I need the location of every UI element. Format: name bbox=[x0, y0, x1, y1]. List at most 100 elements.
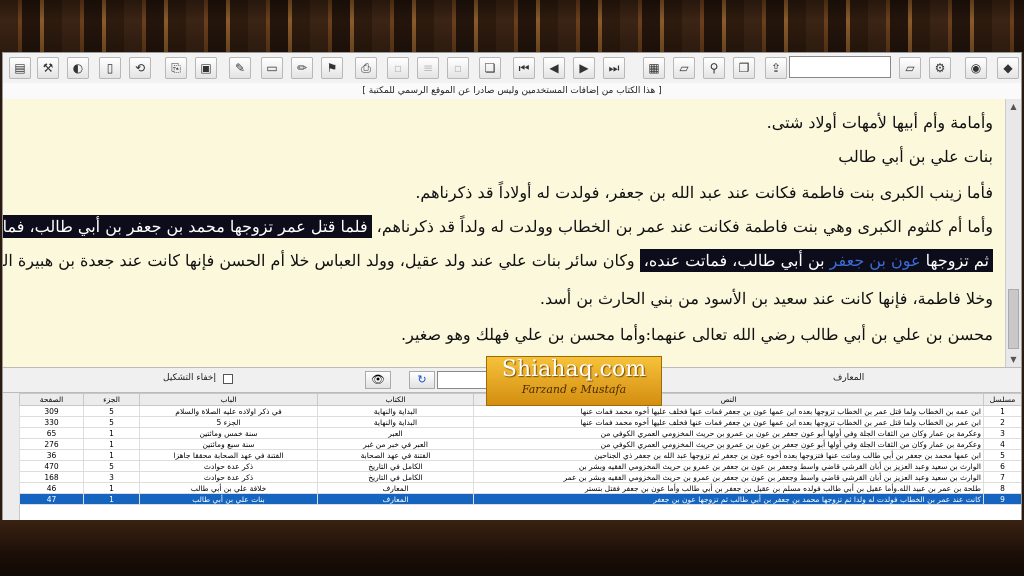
table-row[interactable]: 47 1 بنات علي بن أبي طالب المعارف كانت عند ع… bbox=[19, 493, 1021, 505]
table-cell: ذكر عدة حوادث bbox=[139, 471, 318, 483]
settings-icon[interactable]: ⚙ bbox=[929, 57, 951, 79]
table-cell: خلافة علي بن أبي طالب bbox=[139, 482, 318, 494]
edit-icon[interactable]: ✎ bbox=[229, 57, 251, 79]
table-cell: سنة سبع ومائتين bbox=[139, 438, 318, 450]
table-cell: بنات علي بن أبي طالب bbox=[139, 493, 318, 505]
table-cell: المعارف bbox=[317, 482, 474, 494]
table-cell: الفتنة في عهد الصحابة محققا جاهزا bbox=[139, 449, 318, 461]
table-row[interactable]: 276 1 سنة سبع ومائتين العبر في خبر من غبر وع… bbox=[19, 438, 1021, 450]
reader-scrollbar[interactable]: ▲ ▼ bbox=[1005, 99, 1021, 367]
binoculars-icon[interactable]: ⚲ bbox=[703, 57, 725, 79]
table-cell: 1 bbox=[83, 427, 140, 439]
results-grid: الصفحة الجزء الباب الكتاب النص مسلسل 309 5 في ذ… bbox=[3, 393, 1021, 520]
table-cell: ابن عمر بن الخطاب ولما قتل عمر بن الخطاب… bbox=[473, 416, 984, 428]
print-icon[interactable]: ⎙ bbox=[355, 57, 377, 79]
table-cell: 3 bbox=[983, 427, 1021, 439]
column-header[interactable]: الجزء bbox=[83, 393, 140, 406]
text-segment: بن أبي طالب، فماتت عنده، bbox=[643, 251, 830, 270]
prev-icon[interactable]: ◀ bbox=[543, 57, 565, 79]
table-row[interactable]: 46 1 خلافة علي بن أبي طالب المعارف طلحة بن ع… bbox=[19, 482, 1021, 494]
tag-icon[interactable]: ⚑ bbox=[321, 57, 343, 79]
table-cell: 65 bbox=[19, 427, 84, 439]
first-icon[interactable]: ⏮ bbox=[513, 57, 535, 79]
hide-diacritics-checkbox[interactable] bbox=[223, 374, 233, 384]
row-header-column bbox=[3, 393, 20, 520]
table-cell: 276 bbox=[19, 438, 84, 450]
text-line: فأما زينب الكبرى بنت فاطمة فكانت عند عبد… bbox=[415, 183, 993, 202]
table-cell: 5 bbox=[983, 449, 1021, 461]
text-segment: وأما أم كلثوم الكبرى وهي بنت فاطمة فكانت… bbox=[371, 217, 993, 236]
folder-icon[interactable]: ▱ bbox=[673, 57, 695, 79]
table-cell: 1 bbox=[83, 449, 140, 461]
open-folder-icon[interactable]: ▱ bbox=[899, 57, 921, 79]
next-icon[interactable]: ▶ bbox=[573, 57, 595, 79]
table-cell: 1 bbox=[83, 482, 140, 494]
table-row[interactable]: 330 5 الجزء 5 البداية والنهاية ابن عمر بن ال… bbox=[19, 416, 1021, 428]
last-icon[interactable]: ⏭ bbox=[603, 57, 625, 79]
column-header[interactable]: الباب bbox=[139, 393, 318, 406]
search-match: عون بن جعفر bbox=[829, 251, 921, 270]
table-cell: 4 bbox=[983, 438, 1021, 450]
export-icon[interactable]: ⇪ bbox=[765, 57, 787, 79]
logo-title: Shiahaq.com bbox=[501, 357, 647, 382]
pencil-icon[interactable]: ✏ bbox=[291, 57, 313, 79]
table-cell: 7 bbox=[983, 471, 1021, 483]
table-cell: وعكرمة بن عمار وكان من الثقات الجلة وفي … bbox=[473, 438, 984, 450]
table-row[interactable]: 309 5 في ذكر اولاده عليه الصلاة والسلام الب… bbox=[19, 405, 1021, 417]
table-cell: الكامل في التاريخ bbox=[317, 460, 474, 472]
table-cell: وعكرمة بن عمار وكان من الثقات الجلة وفي … bbox=[473, 427, 984, 439]
table-cell: 8 bbox=[983, 482, 1021, 494]
text-segment: ثم تزوجها bbox=[920, 251, 989, 270]
table-row[interactable]: 470 5 ذكر عدة حوادث الكامل في التاريخ الوارث… bbox=[19, 460, 1021, 472]
paste-icon[interactable]: ▣ bbox=[195, 57, 217, 79]
table-cell: 470 bbox=[19, 460, 84, 472]
table-cell: كانت عند عمر بن الخطاب فولدت له ولدا ثم … bbox=[473, 493, 984, 505]
column-header[interactable]: الكتاب bbox=[317, 393, 474, 406]
disabled-icon-1: ▫ bbox=[387, 57, 409, 79]
grid-icon[interactable]: ▦ bbox=[643, 57, 665, 79]
table-row[interactable]: 65 1 سنة خمس ومائتين العبر وعكرمة بن عمار وك… bbox=[19, 427, 1021, 439]
table-cell: الوارث بن سعيد وعبد العزيز بن أبان القرش… bbox=[473, 471, 984, 483]
refresh-icon[interactable]: ⟲ bbox=[129, 57, 151, 79]
app-icon[interactable]: ▤ bbox=[9, 57, 31, 79]
book-icon[interactable]: ❏ bbox=[479, 57, 501, 79]
toolbar-search-input[interactable] bbox=[789, 56, 891, 78]
scroll-down-icon[interactable]: ▼ bbox=[1006, 352, 1021, 367]
table-cell: الفتنة في عهد الصحابة bbox=[317, 449, 474, 461]
table-cell: 47 bbox=[19, 493, 84, 505]
eraser-icon[interactable]: ◐ bbox=[67, 57, 89, 79]
eye-icon[interactable]: ◉ bbox=[965, 57, 987, 79]
table-cell: 5 bbox=[83, 416, 140, 428]
page-icon[interactable]: ▯ bbox=[99, 57, 121, 79]
table-cell: 1 bbox=[83, 493, 140, 505]
copy-icon[interactable]: ⎘ bbox=[165, 57, 187, 79]
table-cell: الجزء 5 bbox=[139, 416, 318, 428]
table-cell: 1 bbox=[83, 438, 140, 450]
text-line: محسن بن علي بن أبي طالب رضي الله تعالى ع… bbox=[401, 325, 993, 344]
text-line: ثم تزوجها عون بن جعفر بن أبي طالب، فماتت… bbox=[3, 249, 993, 272]
table-row[interactable]: 168 3 ذكر عدة حوادث الكامل في التاريخ الوارث… bbox=[19, 471, 1021, 483]
bookmark-icon[interactable]: ❐ bbox=[733, 57, 755, 79]
table-cell: العبر في خبر من غبر bbox=[317, 438, 474, 450]
table-cell: 9 bbox=[983, 493, 1021, 505]
table-row[interactable]: 36 1 الفتنة في عهد الصحابة محققا جاهزا الفت… bbox=[19, 449, 1021, 461]
refresh-search-button[interactable]: ↻ bbox=[409, 371, 435, 389]
table-cell: 5 bbox=[83, 460, 140, 472]
tools-icon[interactable]: ⚒ bbox=[37, 57, 59, 79]
desk-background bbox=[0, 520, 1024, 576]
highlighted-text: ثم تزوجها عون بن جعفر بن أبي طالب، فماتت… bbox=[639, 249, 993, 272]
note-icon[interactable]: ▭ bbox=[261, 57, 283, 79]
column-header[interactable]: الصفحة bbox=[19, 393, 84, 406]
table-cell: 1 bbox=[983, 405, 1021, 417]
table-cell: 2 bbox=[983, 416, 1021, 428]
scroll-up-icon[interactable]: ▲ bbox=[1006, 99, 1021, 114]
book-open-icon[interactable]: ◆ bbox=[997, 57, 1019, 79]
scroll-thumb[interactable] bbox=[1008, 289, 1019, 349]
disabled-icon-3: ▫ bbox=[447, 57, 469, 79]
table-cell: ابن عمها محمد بن جعفر بن أبي طالب وماتت … bbox=[473, 449, 984, 461]
table-cell: 330 bbox=[19, 416, 84, 428]
app-window: ▤ ⚒ ◐ ▯ ⟲ ⎘ ▣ ✎ ▭ ✏ ⚑ ⎙ ▫ ≡ ▫ ❏ ⏮ ◀ ▶ ⏭ ▦ ▱ ⚲ ❐ ⇪ ▱ ⚙ ◉ ◆ [ هذا الكت… bbox=[2, 52, 1022, 520]
eye-search-button[interactable]: 👁 bbox=[365, 371, 391, 389]
column-header[interactable]: مسلسل bbox=[983, 393, 1021, 406]
reader-pane[interactable]: وأمامة وأم أبيها لأمهات أولاد شتى. بنات ع… bbox=[3, 99, 1005, 367]
